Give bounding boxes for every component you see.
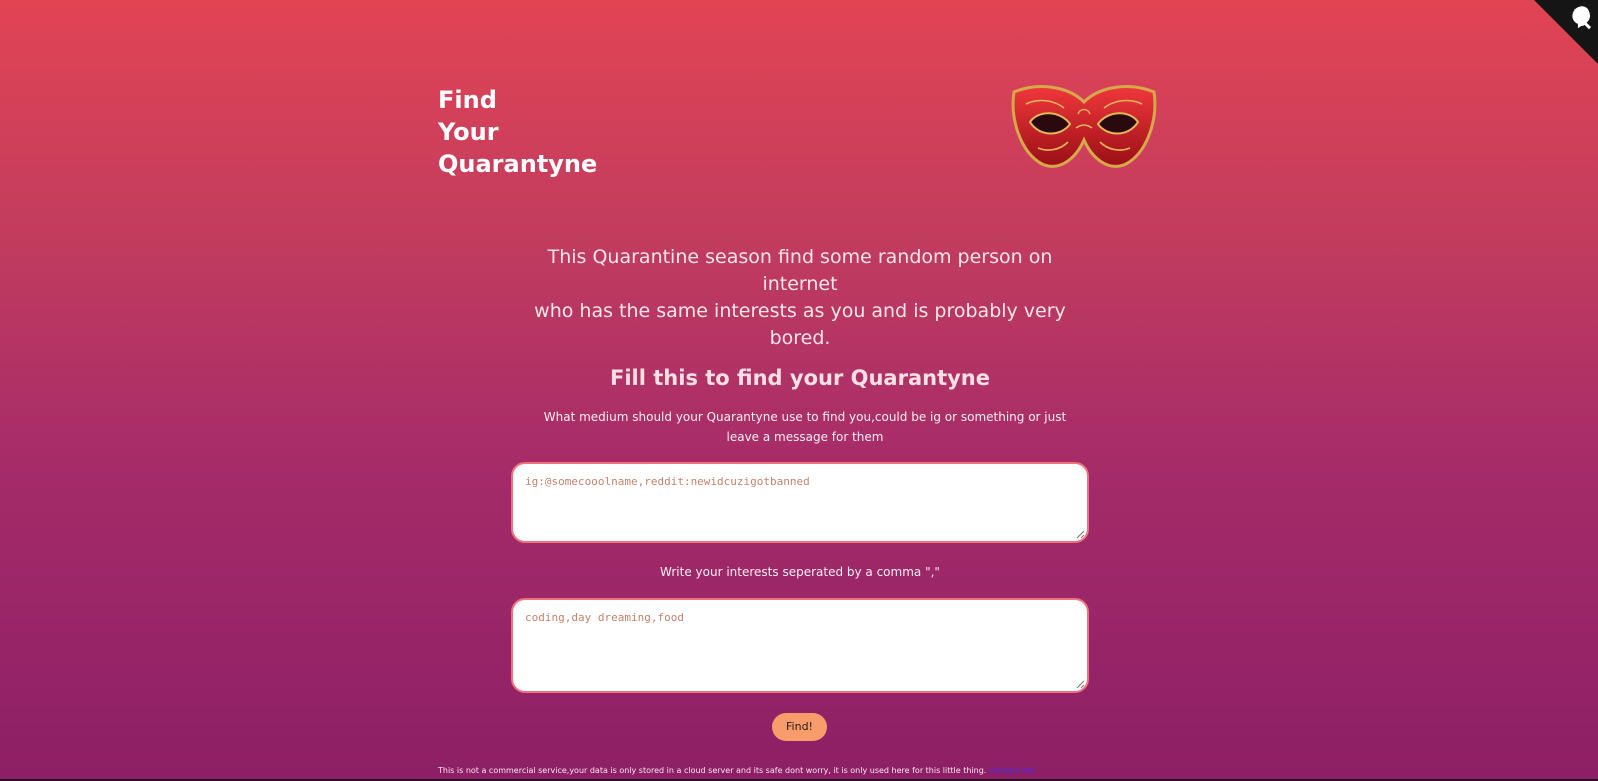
find-button[interactable]: Find!: [772, 713, 827, 741]
interests-value: coding,day dreaming,food: [525, 611, 684, 624]
github-corner-icon[interactable]: [1534, 0, 1598, 64]
medium-textarea[interactable]: ig:@somecooolname,reddit:newidcuzigotban…: [511, 462, 1089, 543]
contact-link[interactable]: contact me: [989, 766, 1034, 775]
title-line-quarantyne: Quarantyne: [438, 150, 598, 178]
intro-text: This Quarantine season find some random …: [510, 244, 1090, 352]
form-title: Fill this to find your Quarantyne: [610, 366, 990, 390]
footer-text: This is not a commercial service,your da…: [438, 766, 987, 775]
interests-textarea[interactable]: coding,day dreaming,food: [511, 598, 1089, 693]
intro-line-1: This Quarantine season find some random …: [547, 246, 1053, 295]
interests-label: Write your interests seperated by a comm…: [660, 565, 940, 579]
intro-line-2: who has the same interests as you and is…: [534, 300, 1066, 349]
title-line-your: Your: [438, 118, 499, 146]
mask-icon: [1011, 85, 1157, 168]
resize-grip-icon[interactable]: [1075, 529, 1085, 539]
title-line-find: Find: [438, 86, 497, 114]
resize-grip-icon[interactable]: [1075, 679, 1085, 689]
medium-value: ig:@somecooolname,reddit:newidcuzigotban…: [525, 475, 810, 488]
footer: This is not a commercial service,your da…: [438, 766, 1034, 775]
page-title: Find Your Quarantyne: [438, 84, 597, 180]
medium-label: What medium should your Quarantyne use t…: [543, 410, 1067, 444]
